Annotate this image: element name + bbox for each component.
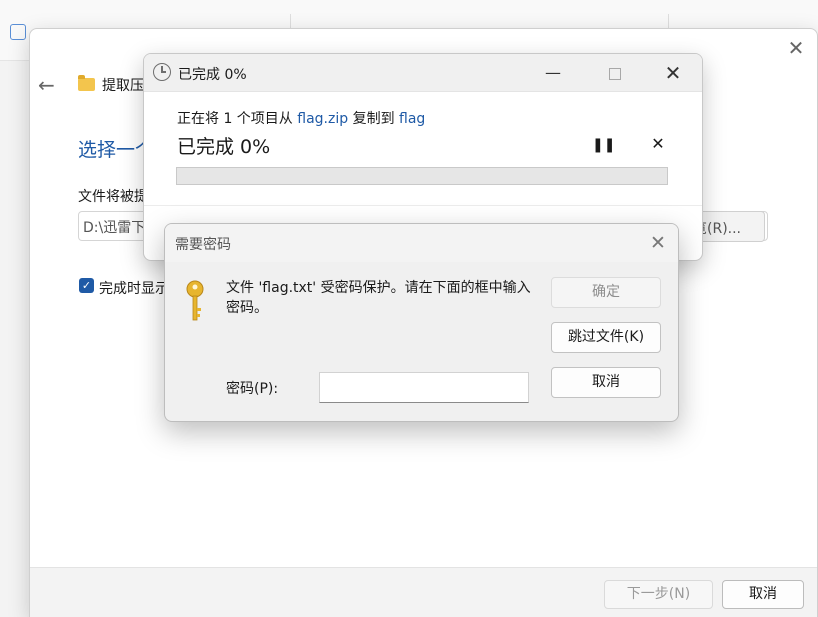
password-input[interactable] [319, 372, 529, 403]
description-prefix: 正在将 1 个项目从 [177, 111, 298, 127]
wizard-title: 提取压 [102, 78, 144, 94]
skip-file-button[interactable]: 跳过文件(K) [551, 322, 661, 353]
stop-button[interactable]: ✕ [651, 136, 665, 152]
back-arrow-icon[interactable]: ← [38, 73, 55, 97]
progress-title: 已完成 0% [178, 67, 247, 83]
destination-label: 文件将被提 [78, 189, 148, 205]
progress-bar [176, 167, 668, 185]
destination-link[interactable]: flag [399, 111, 425, 127]
next-button[interactable]: 下一步(N) [604, 580, 713, 609]
password-message: 文件 'flag.txt' 受密码保护。请在下面的框中输入密码。 [226, 280, 531, 316]
progress-titlebar: 已完成 0% — ✕ [144, 54, 702, 92]
show-files-checkbox[interactable]: ✓ [79, 278, 94, 293]
folder-zip-icon [78, 75, 95, 91]
password-cancel-button[interactable]: 取消 [551, 367, 661, 398]
copy-icon[interactable] [10, 24, 26, 40]
minimize-button[interactable]: — [541, 62, 565, 84]
pause-button[interactable]: ❚❚ [592, 138, 615, 152]
password-close-button[interactable]: ✕ [647, 232, 669, 254]
maximize-button[interactable] [603, 62, 627, 84]
progress-description: 正在将 1 个项目从 flag.zip 复制到 flag [177, 108, 425, 128]
key-icon [186, 280, 204, 321]
password-titlebar: 需要密码 ✕ [165, 224, 678, 262]
password-label: 密码(P): [226, 381, 279, 397]
maximize-icon [609, 68, 621, 80]
progress-percent: 已完成 0% [177, 136, 271, 158]
password-dialog-title: 需要密码 [175, 237, 231, 253]
divider [144, 205, 702, 206]
source-link[interactable]: flag.zip [297, 111, 348, 127]
password-dialog: 需要密码 ✕ 文件 'flag.txt' 受密码保护。请在下面的框中输入密码。 … [164, 223, 679, 422]
wizard-cancel-button[interactable]: 取消 [722, 580, 804, 609]
description-mid: 复制到 [348, 111, 400, 127]
progress-close-button[interactable]: ✕ [661, 62, 685, 84]
wizard-close-button[interactable]: ✕ [785, 37, 807, 59]
show-files-label: 完成时显示 [99, 281, 169, 297]
wizard-footer: 下一步(N) 取消 [30, 567, 817, 617]
clock-icon [153, 63, 171, 81]
ok-button[interactable]: 确定 [551, 277, 661, 308]
